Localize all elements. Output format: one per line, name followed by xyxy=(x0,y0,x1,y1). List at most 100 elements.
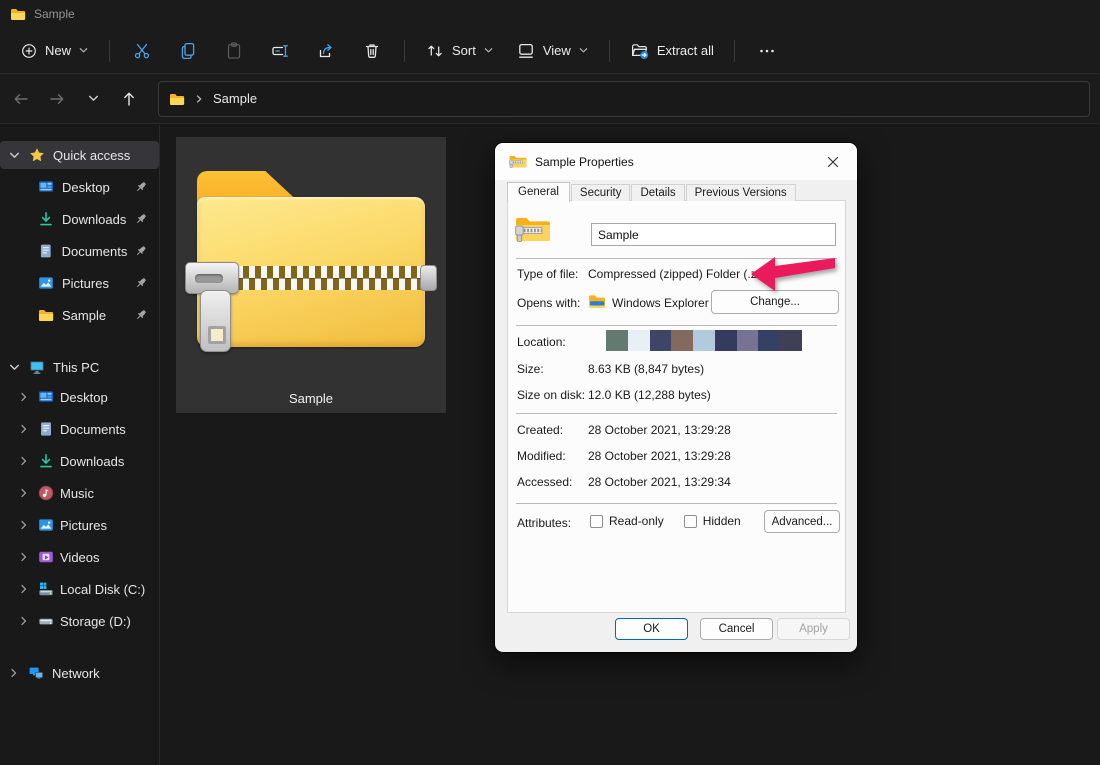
pin-icon[interactable] xyxy=(135,277,147,289)
read-only-label: Read-only xyxy=(609,514,664,528)
sort-button[interactable]: Sort xyxy=(415,35,504,67)
apply-button[interactable]: Apply xyxy=(777,618,850,640)
pin-icon[interactable] xyxy=(135,181,147,193)
forward-button[interactable] xyxy=(40,82,74,116)
sidebar-item-pc-desktop[interactable]: Desktop xyxy=(0,381,159,413)
sidebar-item-pc-documents[interactable]: Documents xyxy=(0,413,159,445)
breadcrumb-segment[interactable]: Sample xyxy=(213,91,257,106)
dialog-footer: OK Cancel Apply xyxy=(495,613,857,652)
share-icon xyxy=(316,41,336,61)
chevron-right-icon[interactable] xyxy=(18,519,30,531)
modified-value: 28 October 2021, 13:29:28 xyxy=(588,449,731,463)
sidebar-item-this-pc[interactable]: This PC xyxy=(0,353,159,381)
hidden-checkbox[interactable] xyxy=(684,515,697,528)
attributes-label: Attributes: xyxy=(517,516,571,530)
sidebar-item-storage-d[interactable]: Storage (D:) xyxy=(0,605,159,637)
dialog-close-button[interactable] xyxy=(823,152,843,172)
tab-general[interactable]: General xyxy=(507,182,570,202)
chevron-right-icon[interactable] xyxy=(18,455,30,467)
cut-icon xyxy=(132,41,152,61)
documents-icon xyxy=(38,243,54,259)
downloads-icon xyxy=(38,453,54,469)
chevron-right-icon[interactable] xyxy=(8,667,20,679)
sidebar-item-pictures[interactable]: Pictures xyxy=(0,267,159,299)
desktop-icon xyxy=(38,179,54,195)
size-on-disk-value: 12.0 KB (12,288 bytes) xyxy=(588,388,711,402)
recent-locations-button[interactable] xyxy=(76,82,110,116)
location-folder-icon xyxy=(169,91,185,107)
share-button[interactable] xyxy=(304,35,348,67)
pin-icon[interactable] xyxy=(135,309,147,321)
zipped-folder-icon xyxy=(509,154,527,169)
zipped-folder-tile[interactable]: Sample xyxy=(176,137,446,413)
up-button[interactable] xyxy=(112,82,146,116)
cut-button[interactable] xyxy=(120,35,164,67)
sort-icon xyxy=(425,41,445,61)
accessed-value: 28 October 2021, 13:29:34 xyxy=(588,475,731,489)
back-button[interactable] xyxy=(4,82,38,116)
tab-security[interactable]: Security xyxy=(571,184,631,201)
sidebar-item-pc-videos[interactable]: Videos xyxy=(0,541,159,573)
storage-icon xyxy=(38,613,54,629)
sidebar-item-quick-access[interactable]: Quick access xyxy=(0,141,159,169)
sidebar-item-documents[interactable]: Documents xyxy=(0,235,159,267)
sidebar-item-local-disk-c[interactable]: Local Disk (C:) xyxy=(0,573,159,605)
sidebar-item-pc-downloads[interactable]: Downloads xyxy=(0,445,159,477)
view-icon xyxy=(516,41,536,61)
tab-details[interactable]: Details xyxy=(631,184,684,201)
advanced-button[interactable]: Advanced... xyxy=(764,510,840,533)
copy-button[interactable] xyxy=(166,35,210,67)
modified-label: Modified: xyxy=(517,449,566,463)
window-title: Sample xyxy=(34,7,75,21)
see-more-button[interactable] xyxy=(745,35,789,67)
toolbar-divider xyxy=(109,40,110,62)
toolbar-divider xyxy=(609,40,610,62)
chevron-right-icon[interactable] xyxy=(18,423,30,435)
ok-button[interactable]: OK xyxy=(615,618,688,640)
separator xyxy=(516,503,837,504)
chevron-right-icon[interactable] xyxy=(18,615,30,627)
location-redacted-value xyxy=(606,330,802,351)
paste-button[interactable] xyxy=(212,35,256,67)
cancel-button[interactable]: Cancel xyxy=(700,618,773,640)
address-bar: Sample xyxy=(0,74,1100,124)
view-button[interactable]: View xyxy=(506,35,599,67)
new-button[interactable]: New xyxy=(10,36,99,66)
zipped-folder-icon xyxy=(515,215,551,243)
zipped-folder-icon xyxy=(197,171,425,349)
folder-icon xyxy=(38,307,54,323)
annotation-arrow xyxy=(751,254,835,292)
rename-button[interactable] xyxy=(258,35,302,67)
tab-previous-versions[interactable]: Previous Versions xyxy=(686,184,796,201)
sidebar-item-pc-pictures[interactable]: Pictures xyxy=(0,509,159,541)
dialog-tabs: General Security Details Previous Versio… xyxy=(507,184,797,201)
chevron-down-icon[interactable] xyxy=(8,361,21,374)
chevron-down-icon[interactable] xyxy=(8,149,21,162)
sidebar-item-downloads[interactable]: Downloads xyxy=(0,203,159,235)
extract-all-button[interactable]: Extract all xyxy=(620,35,724,67)
chevron-down-icon xyxy=(78,45,89,56)
file-name-label: Sample xyxy=(176,391,446,406)
chevron-right-icon[interactable] xyxy=(18,551,30,563)
copy-icon xyxy=(178,41,198,61)
sidebar-item-pc-music[interactable]: Music xyxy=(0,477,159,509)
chevron-right-icon[interactable] xyxy=(18,583,30,595)
pictures-icon xyxy=(38,517,54,533)
size-label: Size: xyxy=(517,362,544,376)
sidebar-item-desktop[interactable]: Desktop xyxy=(0,171,159,203)
read-only-checkbox[interactable] xyxy=(590,515,603,528)
address-input[interactable]: Sample xyxy=(158,81,1090,117)
pin-icon[interactable] xyxy=(135,213,147,225)
file-name-input[interactable] xyxy=(591,223,836,246)
dialog-title: Sample Properties xyxy=(535,155,634,169)
paste-icon xyxy=(224,41,244,61)
delete-button[interactable] xyxy=(350,35,394,67)
chevron-right-icon[interactable] xyxy=(18,487,30,499)
sidebar-item-network[interactable]: Network xyxy=(0,659,159,687)
change-button[interactable]: Change... xyxy=(711,290,839,314)
chevron-right-icon[interactable] xyxy=(18,391,30,403)
trash-icon xyxy=(362,41,382,61)
pin-icon[interactable] xyxy=(135,245,147,257)
sidebar-item-sample[interactable]: Sample xyxy=(0,299,159,331)
navigation-pane: Quick access Desktop Downloads Documents… xyxy=(0,125,160,765)
